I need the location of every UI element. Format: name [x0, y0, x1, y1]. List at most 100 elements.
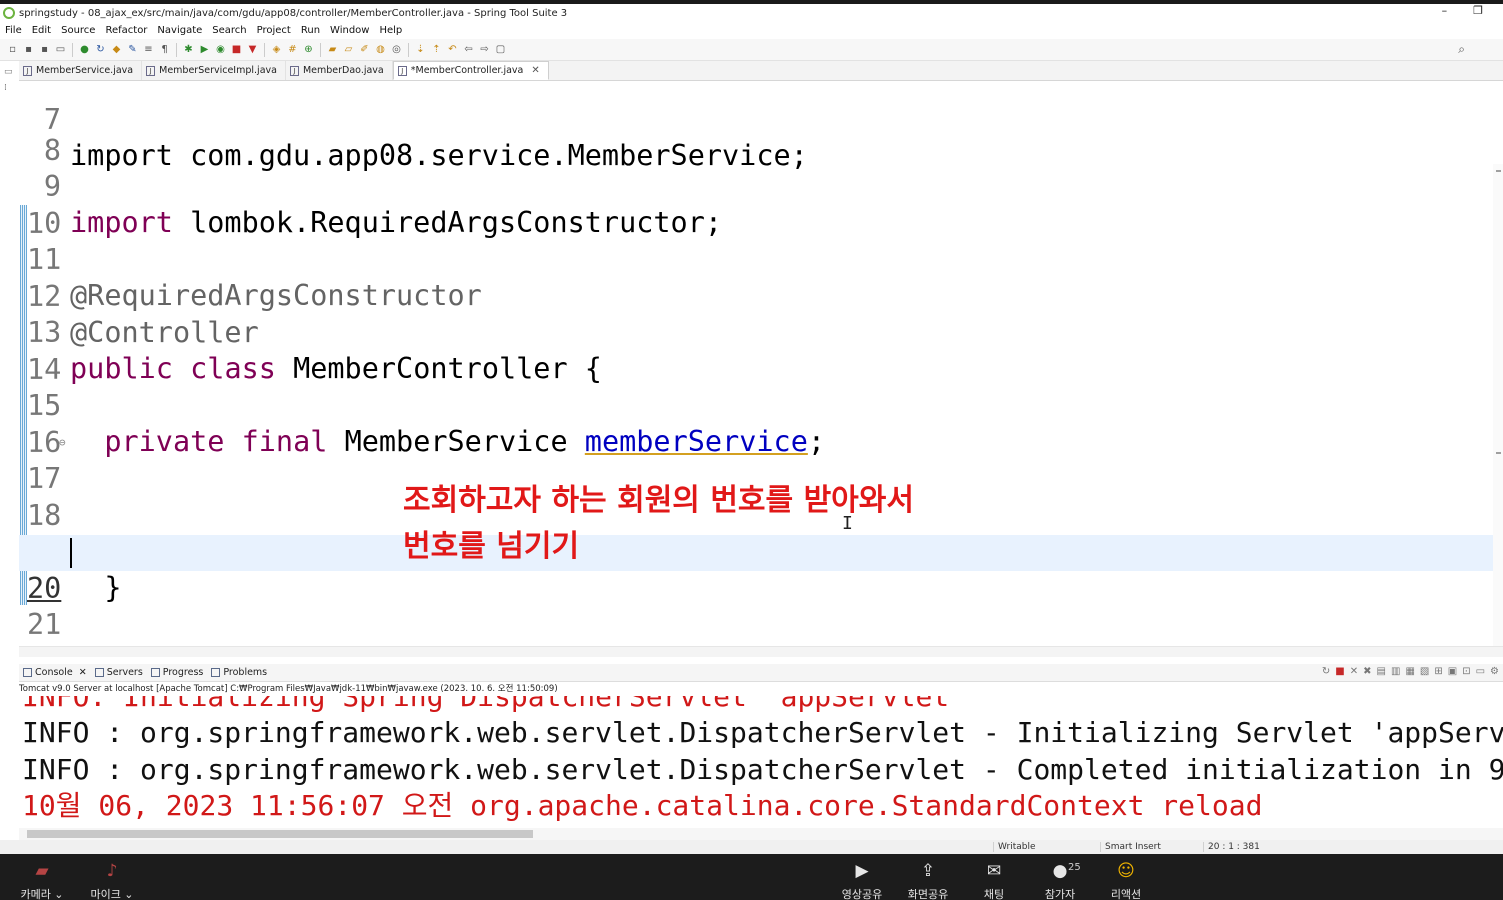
- screen-share-icon: ⇪: [920, 861, 936, 881]
- back-icon[interactable]: ⇦: [462, 43, 475, 56]
- package-explorer-icon[interactable]: ⁞: [4, 83, 7, 93]
- quick-access-search-icon[interactable]: ⌕: [1458, 42, 1465, 57]
- code-line: 21 }: [19, 571, 1503, 646]
- search-task-icon[interactable]: ◍: [374, 43, 387, 56]
- code-line: 16: [19, 389, 1503, 459]
- toggle-icon[interactable]: ≡: [142, 43, 155, 56]
- show-on-output-icon[interactable]: ▧: [1420, 666, 1429, 677]
- tab-console[interactable]: Console ✕: [23, 667, 87, 678]
- menu-navigate[interactable]: Navigate: [152, 25, 207, 36]
- close-tab-icon[interactable]: ✕: [531, 65, 539, 76]
- save-icon[interactable]: ▪: [22, 43, 35, 56]
- tab-member-service[interactable]: J MemberService.java: [19, 61, 143, 80]
- whitespace-icon[interactable]: ¶: [158, 43, 171, 56]
- participants-button[interactable]: ● 25 참가자: [1032, 860, 1088, 900]
- remove-all-icon[interactable]: ✖: [1363, 666, 1371, 677]
- window-title: springstudy - 08_ajax_ex/src/main/java/c…: [19, 7, 568, 19]
- scroll-lock-icon[interactable]: ▥: [1391, 666, 1400, 677]
- java-file-icon: J: [146, 65, 156, 76]
- word-wrap-icon[interactable]: ▦: [1405, 666, 1414, 677]
- overview-marker: [1496, 170, 1501, 172]
- pin-editor-icon[interactable]: ▢: [494, 43, 507, 56]
- tab-progress[interactable]: Progress: [150, 667, 203, 678]
- print-icon[interactable]: ▭: [54, 43, 67, 56]
- refresh-icon[interactable]: ↻: [94, 43, 107, 56]
- tab-member-dao[interactable]: J MemberDao.java: [286, 61, 393, 80]
- menu-refactor[interactable]: Refactor: [100, 25, 152, 36]
- open-type-icon[interactable]: ◆: [110, 43, 123, 56]
- stop-icon[interactable]: ■: [230, 43, 243, 56]
- new-class-icon[interactable]: ⊕: [302, 43, 315, 56]
- previous-annotation-icon[interactable]: ⇡: [430, 43, 443, 56]
- video-share-button[interactable]: ▶ 영상공유: [834, 860, 890, 900]
- menu-search[interactable]: Search: [207, 25, 251, 36]
- editor-vertical-scrollbar[interactable]: [1493, 164, 1503, 646]
- tab-problems[interactable]: Problems: [211, 667, 267, 678]
- minimize-view-icon[interactable]: ▭: [1476, 666, 1485, 677]
- globe-icon[interactable]: ◎: [390, 43, 403, 56]
- open-folder-icon[interactable]: ▰: [326, 43, 339, 56]
- chat-icon: ✉: [986, 861, 1002, 881]
- highlight-icon[interactable]: ✎: [126, 43, 139, 56]
- restore-button[interactable]: ❐: [1473, 4, 1483, 17]
- console-icon: [23, 668, 32, 677]
- run-icon[interactable]: ▶: [198, 43, 211, 56]
- menu-file[interactable]: File: [0, 25, 27, 36]
- pin-console-icon[interactable]: ⊞: [1434, 666, 1442, 677]
- new-icon[interactable]: ▫: [6, 43, 19, 56]
- settings-icon[interactable]: ⚙: [1490, 666, 1499, 677]
- video-share-icon: ▶: [855, 861, 869, 881]
- console-output[interactable]: INFO: Initializing Spring DispatcherServ…: [19, 696, 1503, 828]
- restart-icon[interactable]: ↻: [1322, 666, 1330, 677]
- debug-icon[interactable]: ●: [78, 43, 91, 56]
- terminate-icon[interactable]: ■: [1335, 666, 1344, 677]
- menu-bar: File Edit Source Refactor Navigate Searc…: [0, 22, 1503, 38]
- menu-help[interactable]: Help: [374, 25, 407, 36]
- display-console-icon[interactable]: ▣: [1448, 666, 1457, 677]
- scrollbar-thumb[interactable]: [27, 830, 533, 838]
- open-file-icon[interactable]: ▱: [342, 43, 355, 56]
- toolbar-separator: [320, 42, 321, 57]
- debug-run-icon[interactable]: ✱: [182, 43, 195, 56]
- menu-run[interactable]: Run: [296, 25, 325, 36]
- pencil-icon[interactable]: ✐: [358, 43, 371, 56]
- console-line: INFO : org.springframework.web.servlet.D…: [22, 716, 1503, 749]
- code-line: 17 ⊖ public Map<String, Object> bmiInfo(…: [19, 425, 1503, 567]
- tab-servers[interactable]: Servers: [94, 667, 143, 678]
- spring-logo-icon: [3, 7, 15, 19]
- last-edit-icon[interactable]: ↶: [446, 43, 459, 56]
- forward-icon[interactable]: ⇨: [478, 43, 491, 56]
- menu-edit[interactable]: Edit: [27, 25, 56, 36]
- clear-console-icon[interactable]: ▤: [1377, 666, 1386, 677]
- console-horizontal-scrollbar[interactable]: [19, 828, 1503, 840]
- new-java-project-icon[interactable]: ◈: [270, 43, 283, 56]
- mic-button[interactable]: ♪ 마이크 ⌄: [84, 860, 140, 900]
- java-file-icon: J: [23, 65, 32, 76]
- toolbar-separator: [408, 42, 409, 57]
- minimize-button[interactable]: –: [1442, 4, 1448, 17]
- remove-launch-icon[interactable]: ✕: [1350, 666, 1358, 677]
- status-insert-mode: Smart Insert: [1100, 842, 1161, 852]
- save-all-icon[interactable]: ▪: [38, 43, 51, 56]
- external-tools-icon[interactable]: ▼: [246, 43, 259, 56]
- chat-button[interactable]: ✉ 채팅: [966, 860, 1022, 900]
- editor-tabs: J MemberService.java J MemberServiceImpl…: [19, 61, 1503, 81]
- new-package-icon[interactable]: #: [286, 43, 299, 56]
- reaction-button[interactable]: ☺ 리액션: [1098, 860, 1154, 900]
- camera-button[interactable]: ▰ 카메라 ⌄: [14, 860, 70, 900]
- restore-view-icon[interactable]: ▭: [4, 67, 13, 77]
- screen-share-button[interactable]: ⇪ 화면공유: [900, 860, 956, 900]
- close-console-icon[interactable]: ✕: [79, 667, 87, 678]
- code-line: 14: [19, 316, 1503, 386]
- menu-project[interactable]: Project: [252, 25, 296, 36]
- editor-horizontal-scrollbar[interactable]: [19, 646, 1503, 657]
- meeting-control-bar: ▰ 카메라 ⌄ ♪ 마이크 ⌄ ▶ 영상공유 ⇪ 화면공유 ✉ 채팅 ● 25 …: [0, 854, 1503, 900]
- next-annotation-icon[interactable]: ⇣: [414, 43, 427, 56]
- tab-member-service-impl[interactable]: J MemberServiceImpl.java: [142, 61, 286, 80]
- fold-icon[interactable]: ⊖: [59, 425, 66, 461]
- coverage-icon[interactable]: ◉: [214, 43, 227, 56]
- menu-source[interactable]: Source: [56, 25, 100, 36]
- tab-member-controller[interactable]: J *MemberController.java ✕: [392, 61, 549, 80]
- menu-window[interactable]: Window: [325, 25, 374, 36]
- open-console-icon[interactable]: ⊡: [1462, 666, 1470, 677]
